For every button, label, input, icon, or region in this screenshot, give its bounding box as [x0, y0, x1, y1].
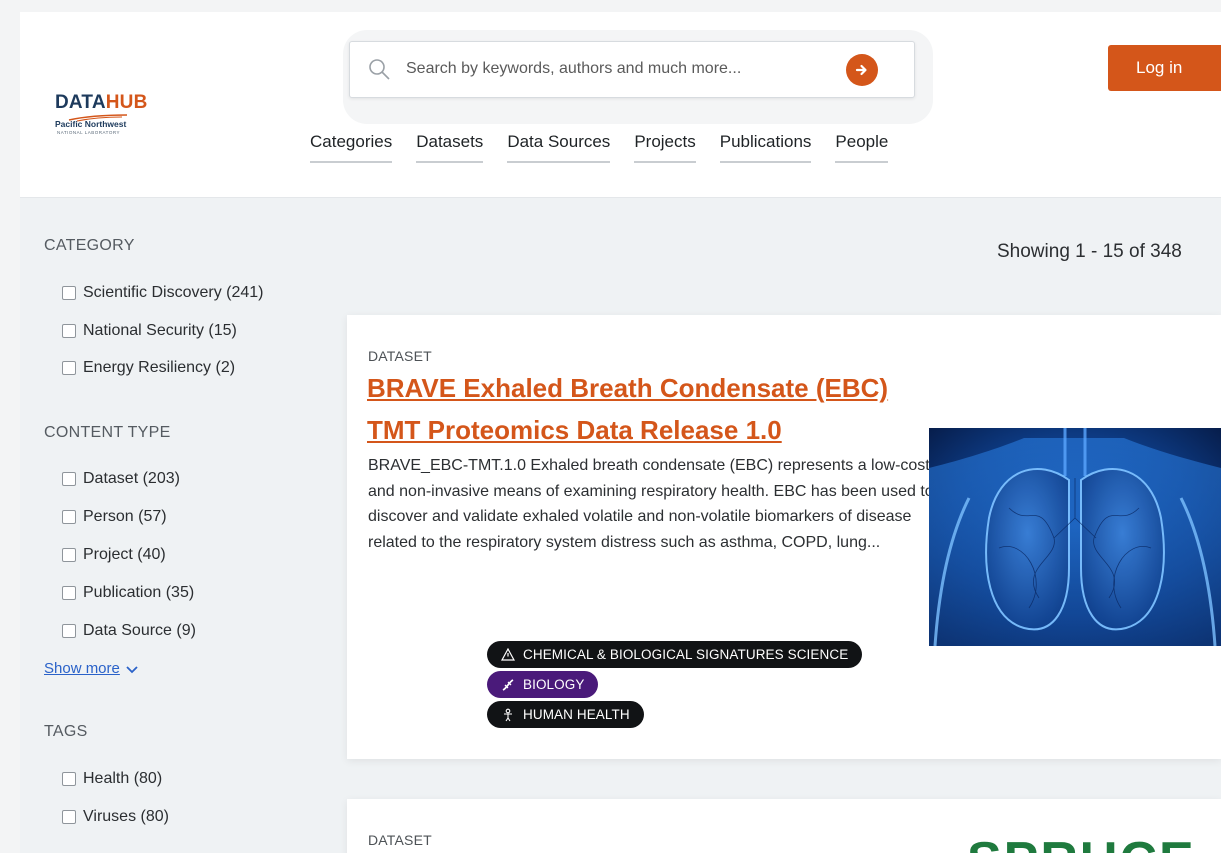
logo-hub-text: HUB — [105, 92, 148, 113]
filter-type-publication[interactable]: Publication (35) — [62, 584, 194, 602]
search-icon — [369, 59, 390, 80]
checkbox[interactable] — [62, 510, 76, 524]
filter-tag-health[interactable]: Health (80) — [62, 770, 162, 788]
filter-type-data-source[interactable]: Data Source (9) — [62, 622, 196, 640]
filter-label: Person (57) — [83, 508, 167, 525]
page: DATAHUB Pacific Northwest NATIONAL LABOR… — [0, 0, 1221, 853]
filter-type-dataset[interactable]: Dataset (203) — [62, 470, 180, 488]
tag-chemical-biological[interactable]: CHEMICAL & BIOLOGICAL SIGNATURES SCIENCE — [487, 641, 863, 668]
logo-subtitle: Pacific Northwest — [55, 119, 127, 129]
dna-icon — [502, 678, 514, 691]
checkbox[interactable] — [62, 286, 76, 300]
checkbox[interactable] — [62, 361, 76, 375]
logo-wordmark: DATAHUB — [55, 92, 148, 114]
filter-label: Project (40) — [83, 546, 166, 563]
filter-label: Scientific Discovery (241) — [83, 284, 264, 301]
nav-people[interactable]: People — [835, 132, 889, 163]
checkbox[interactable] — [62, 810, 76, 824]
tag-label: HUMAN HEALTH — [523, 707, 630, 722]
show-more-label: Show more — [44, 660, 120, 677]
filter-tag-viruses[interactable]: Viruses (80) — [62, 808, 169, 826]
main-nav: Categories Datasets Data Sources Project… — [310, 132, 912, 163]
tag-biology[interactable]: BIOLOGY — [487, 671, 599, 698]
filter-category-scientific-discovery[interactable]: Scientific Discovery (241) — [62, 284, 264, 302]
checkbox[interactable] — [62, 624, 76, 638]
nav-data-sources[interactable]: Data Sources — [507, 132, 611, 163]
card-description: BRAVE_EBC-TMT.1.0 Exhaled breath condens… — [368, 457, 934, 551]
human-body-icon — [504, 708, 512, 721]
datahub-logo[interactable]: DATAHUB Pacific Northwest NATIONAL LABOR… — [55, 92, 165, 152]
result-card: DATASET SPRUCE — [347, 799, 1221, 853]
card-thumbnail-spruce-logo[interactable]: SPRUCE — [967, 831, 1196, 853]
left-strip — [0, 0, 20, 853]
card-title-link[interactable]: BRAVE Exhaled Breath Condensate (EBC) TM… — [367, 367, 927, 451]
checkbox[interactable] — [62, 772, 76, 786]
results-count: Showing 1 - 15 of 348 — [997, 241, 1182, 262]
lungs-illustration — [929, 428, 1221, 646]
nav-categories[interactable]: Categories — [310, 132, 393, 163]
search-submit-button[interactable] — [846, 54, 878, 86]
filter-category-energy-resiliency[interactable]: Energy Resiliency (2) — [62, 359, 235, 377]
category-heading: CATEGORY — [44, 237, 135, 254]
login-button[interactable]: Log in — [1108, 45, 1221, 91]
logo-subtitle-small: NATIONAL LABORATORY — [57, 130, 121, 135]
card-type-label: DATASET — [368, 832, 432, 848]
filter-label: Health (80) — [83, 770, 163, 787]
logo-data-text: DATA — [55, 92, 106, 113]
nav-projects[interactable]: Projects — [634, 132, 696, 163]
nav-publications[interactable]: Publications — [719, 132, 812, 163]
filter-label: Data Source (9) — [83, 622, 196, 639]
filter-label: National Security (15) — [83, 322, 237, 339]
card-type-label: DATASET — [368, 348, 432, 364]
result-card: DATASET BRAVE Exhaled Breath Condensate … — [347, 315, 1221, 759]
tag-label: BIOLOGY — [523, 677, 585, 692]
search-input[interactable] — [406, 56, 826, 82]
top-strip — [0, 0, 1221, 12]
show-more-link[interactable]: Show more — [44, 660, 139, 677]
tag-human-health[interactable]: HUMAN HEALTH — [487, 701, 644, 728]
filter-type-person[interactable]: Person (57) — [62, 508, 167, 526]
content-type-heading: CONTENT TYPE — [44, 424, 171, 441]
checkbox[interactable] — [62, 472, 76, 486]
tags-heading: TAGS — [44, 723, 88, 740]
filter-label: Publication (35) — [83, 584, 195, 601]
filter-label: Energy Resiliency (2) — [83, 359, 236, 376]
search-box[interactable] — [349, 41, 915, 98]
filter-label: Dataset (203) — [83, 470, 180, 487]
chevron-down-icon — [126, 665, 138, 673]
tag-label: CHEMICAL & BIOLOGICAL SIGNATURES SCIENCE — [523, 647, 849, 662]
checkbox[interactable] — [62, 324, 76, 338]
filter-type-project[interactable]: Project (40) — [62, 546, 166, 564]
card-thumbnail-lungs[interactable] — [929, 428, 1221, 646]
filter-category-national-security[interactable]: National Security (15) — [62, 322, 237, 340]
warning-triangle-icon — [501, 648, 515, 661]
checkbox[interactable] — [62, 586, 76, 600]
filter-label: Viruses (80) — [83, 808, 169, 825]
nav-datasets[interactable]: Datasets — [416, 132, 484, 163]
card-tags: CHEMICAL & BIOLOGICAL SIGNATURES SCIENCE… — [487, 641, 863, 728]
arrow-right-icon — [855, 64, 867, 76]
checkbox[interactable] — [62, 548, 76, 562]
